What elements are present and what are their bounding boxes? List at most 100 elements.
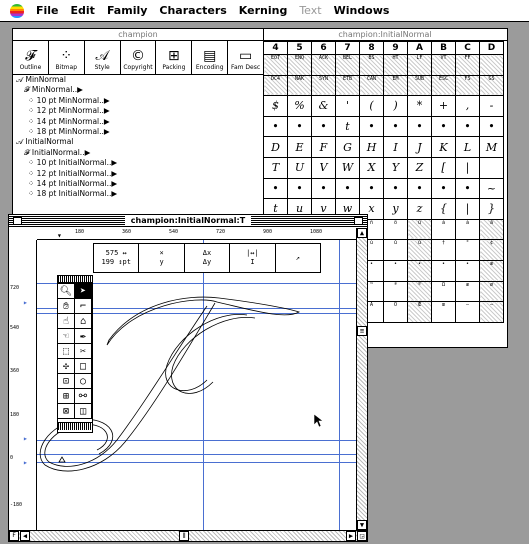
glyph-cell[interactable]: –	[455, 301, 480, 323]
font-list-item[interactable]: 𝓕 MinNormal..▶	[16, 85, 263, 95]
tangent-tool-icon[interactable]: ⌂	[74, 313, 92, 329]
font-popup-icon[interactable]: F	[9, 531, 19, 541]
pen-tool-icon[interactable]: ✒︎	[74, 328, 92, 344]
glyph-cell[interactable]: F	[311, 136, 336, 158]
fam-desc-button[interactable]: ▭ Fam Desc	[228, 41, 263, 74]
glyph-cell[interactable]: {	[431, 198, 456, 220]
editor-titlebar[interactable]: champion:InitialNormal:T	[9, 215, 367, 227]
glyph-cell[interactable]: â	[479, 218, 504, 241]
font-list-item[interactable]: 𝓕 InitialNormal..▶	[16, 148, 263, 158]
scroll-up-arrow-icon[interactable]: ▲	[357, 228, 367, 238]
glyph-cell[interactable]: CAN	[359, 74, 384, 97]
glyph-cell[interactable]: BS	[359, 54, 384, 76]
font-list-item[interactable]: ⁘ 12 pt InitialNormal..▶	[16, 169, 263, 179]
glyph-cell[interactable]: Z	[407, 156, 432, 179]
arrow-tool-icon[interactable]: ➤	[74, 283, 92, 299]
glyph-cell[interactable]: SYN	[311, 74, 336, 97]
glyph-cell[interactable]: ACK	[311, 54, 336, 76]
glyph-cell[interactable]: ENQ	[287, 54, 312, 76]
glyph-cell[interactable]: W	[335, 156, 360, 179]
font-list-item[interactable]: ⁘ 18 pt InitialNormal..▶	[16, 189, 263, 199]
glyph-cell[interactable]: ö	[383, 218, 408, 241]
glyph-cell[interactable]: •	[359, 177, 384, 200]
glyph-cell[interactable]: ,	[455, 95, 480, 117]
close-box-icon[interactable]	[13, 217, 22, 225]
glyph-cell[interactable]: Œ	[407, 301, 432, 323]
glyph-cell[interactable]: |	[455, 156, 480, 179]
glyph-cell[interactable]: FF	[455, 54, 480, 76]
glyph-cell[interactable]: œ	[431, 301, 456, 323]
scroll-thumb[interactable]: ≡	[357, 326, 367, 336]
glyph-cell[interactable]: NAK	[287, 74, 312, 97]
glyph-cell[interactable]: '	[335, 95, 360, 117]
glyph-cell[interactable]: HT	[383, 54, 408, 76]
h-scroll-thumb[interactable]: ⦀	[179, 531, 189, 541]
font-list-item[interactable]: ⁘ 14 pt MinNormal..▶	[16, 117, 263, 127]
glyph-cell[interactable]: á	[431, 218, 456, 241]
link-tool-icon[interactable]: ⚯	[74, 388, 92, 404]
guide-handle-icon[interactable]: ▸	[23, 458, 28, 467]
size-box-icon[interactable]: ◲	[357, 531, 367, 541]
packing-button[interactable]: ⊞ Packing	[156, 41, 193, 74]
glyph-cell[interactable]: |	[455, 198, 480, 220]
copyright-button[interactable]: © Copyright	[121, 41, 157, 74]
glyph-cell[interactable]: —	[479, 301, 504, 323]
glyph-cell[interactable]: T	[263, 156, 288, 179]
guide-handle-icon[interactable]: ▸	[23, 434, 28, 443]
glyph-cell[interactable]: •	[287, 177, 312, 200]
glyph-cell[interactable]: U	[287, 156, 312, 179]
glyph-cell[interactable]: G	[335, 136, 360, 158]
glyph-cell[interactable]: z	[407, 198, 432, 220]
measure-tool-icon[interactable]: ✣	[57, 358, 75, 374]
menu-kerning[interactable]: Kerning	[233, 4, 294, 17]
glyph-cell[interactable]: DC4	[263, 74, 288, 97]
glyph-cell[interactable]: º	[407, 280, 432, 303]
glyph-cell[interactable]: •	[407, 115, 432, 138]
apple-menu-icon[interactable]	[10, 3, 24, 18]
scroll-right-arrow-icon[interactable]: ▶	[346, 531, 356, 541]
font-list-item[interactable]: ⁘ 10 pt InitialNormal..▶	[16, 158, 263, 168]
rectangle-select-tool-icon[interactable]: ⬚	[57, 343, 75, 359]
champion-titlebar[interactable]: champion	[13, 29, 263, 41]
font-list-item[interactable]: ⁘ 18 pt MinNormal..▶	[16, 127, 263, 137]
glyph-cell[interactable]: ¢	[479, 239, 504, 261]
glyph-cell[interactable]: -	[479, 95, 504, 117]
glyph-cell[interactable]: æ	[455, 280, 480, 303]
glyph-cell[interactable]: Y	[383, 156, 408, 179]
glyph-cell[interactable]: •	[431, 259, 456, 282]
glyph-cell[interactable]: ~	[479, 177, 504, 200]
glyph-cell[interactable]: &	[311, 95, 336, 117]
glyph-cell[interactable]: ª	[383, 280, 408, 303]
glyph-cell[interactable]: •	[335, 177, 360, 200]
glyph-cell[interactable]: •	[263, 177, 288, 200]
glyph-cell[interactable]: •	[407, 177, 432, 200]
glyph-cell[interactable]: ü	[407, 239, 432, 261]
glyph-cell[interactable]: LF	[407, 54, 432, 76]
mirror-tool-icon[interactable]: ◫	[74, 403, 92, 419]
hand-tool-icon[interactable]: ✋︎	[57, 298, 75, 314]
glyph-cell[interactable]: •	[479, 115, 504, 138]
glyph-cell[interactable]: I	[383, 136, 408, 158]
glyph-cell[interactable]: K	[431, 136, 456, 158]
glyph-cell[interactable]: æ	[479, 259, 504, 282]
glyph-cell[interactable]: +	[431, 95, 456, 117]
glyph-cell[interactable]: °	[455, 239, 480, 261]
glyph-cell[interactable]: EM	[383, 74, 408, 97]
font-family-item[interactable]: 𝒜 MinNormal	[16, 75, 263, 85]
glyph-cell[interactable]: V	[311, 156, 336, 179]
glyph-cell[interactable]: VT	[431, 54, 456, 76]
glyph-cell[interactable]: $	[263, 95, 288, 117]
magnifier-tool-icon[interactable]: 🔍︎	[57, 283, 75, 299]
glyph-cell[interactable]: †	[431, 239, 456, 261]
curve-tool-icon[interactable]: ☜	[57, 328, 75, 344]
font-list-item[interactable]: ⁘ 12 pt MinNormal..▶	[16, 106, 263, 116]
knife-tool-icon[interactable]: ✂︎	[74, 343, 92, 359]
glyph-cell[interactable]: •	[383, 115, 408, 138]
glyph-cell[interactable]: ü	[407, 218, 432, 241]
scroll-left-arrow-icon[interactable]: ◀	[20, 531, 30, 541]
skew-tool-icon[interactable]: ⊠	[57, 403, 75, 419]
glyph-cell[interactable]: D	[263, 136, 288, 158]
glyph-cell[interactable]: •	[287, 115, 312, 138]
vertical-scrollbar[interactable]: ▲ ≡ ▼	[356, 228, 367, 530]
scale-tool-icon[interactable]: ⊞	[57, 388, 75, 404]
